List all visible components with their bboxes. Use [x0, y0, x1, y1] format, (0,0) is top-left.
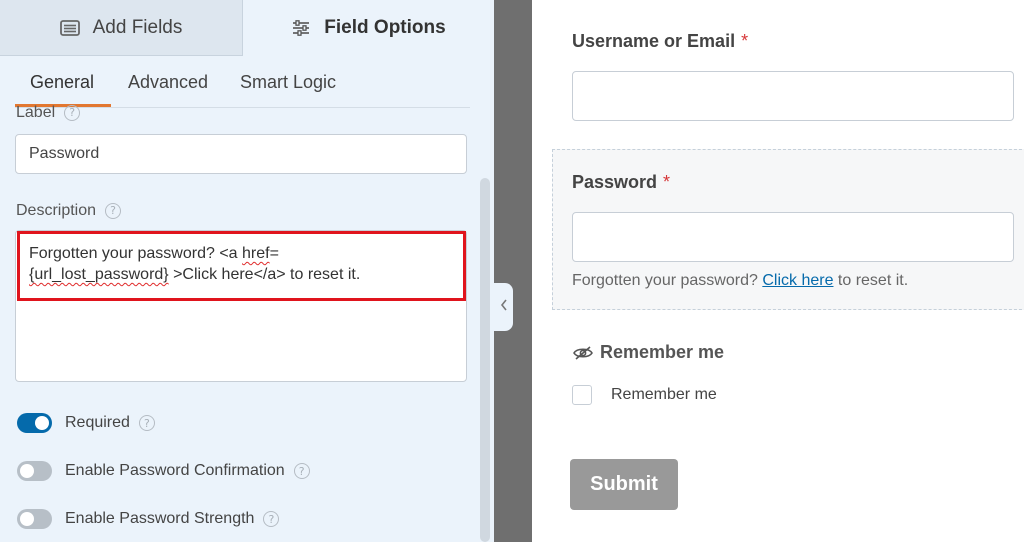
toggle-knob	[20, 512, 34, 526]
toggle-knob	[20, 464, 34, 478]
label-field-label: Label?	[16, 104, 81, 122]
subtab-smart-logic[interactable]: Smart Logic	[240, 72, 336, 93]
remember-me-row: Remember me	[572, 385, 717, 405]
label-field-label-text: Label	[16, 104, 56, 121]
remember-me-checkbox-label: Remember me	[611, 386, 717, 403]
toggle-row-password-confirmation: Enable Password Confirmation ?	[17, 461, 310, 481]
remember-me-checkbox[interactable]	[572, 385, 592, 405]
username-label: Username or Email *	[572, 31, 748, 52]
chevron-left-icon	[499, 298, 509, 317]
subtab-general[interactable]: General	[30, 72, 94, 93]
help-icon[interactable]: ?	[105, 202, 122, 219]
remember-me-section-text: Remember me	[600, 342, 725, 362]
help-icon[interactable]: ?	[64, 104, 81, 121]
password-desc-post: to reset it.	[833, 272, 909, 289]
help-icon[interactable]: ?	[263, 511, 280, 527]
username-input[interactable]	[572, 71, 1014, 121]
password-input[interactable]	[572, 212, 1014, 262]
tab-field-options[interactable]: Field Options	[243, 0, 494, 56]
remember-me-section-label: Remember me	[572, 342, 724, 363]
password-strength-toggle[interactable]	[17, 509, 52, 529]
password-confirmation-label: Enable Password Confirmation	[65, 462, 285, 479]
field-options-panel: Add Fields Field Options General Advance…	[0, 0, 494, 542]
subtab-advanced[interactable]: Advanced	[128, 72, 208, 93]
password-label: Password *	[572, 172, 670, 193]
help-icon[interactable]: ?	[138, 415, 155, 431]
description-text: Forgotten your password? <a href= {url_l…	[29, 243, 360, 285]
eye-slash-icon	[572, 345, 594, 361]
panel-divider	[494, 0, 532, 542]
desc-line1-pre: Forgotten your password? <a	[29, 245, 243, 262]
submit-button[interactable]: Submit	[570, 459, 678, 510]
desc-line1-misspelled: href	[242, 245, 270, 262]
required-asterisk: *	[741, 31, 749, 51]
description-field-label: Description?	[16, 202, 122, 220]
form-preview: Username or Email * Password * Forgotten y…	[532, 0, 1024, 542]
username-label-text: Username or Email	[572, 31, 736, 51]
tab-add-fields-label: Add Fields	[92, 16, 183, 38]
password-strength-label: Enable Password Strength	[65, 510, 255, 527]
sliders-icon	[291, 20, 311, 36]
label-input[interactable]: Password	[15, 134, 467, 174]
required-asterisk: *	[663, 172, 671, 192]
desc-line1-post: =	[269, 245, 279, 262]
panel-scrollbar[interactable]	[480, 178, 490, 542]
required-label: Required	[65, 414, 130, 431]
list-icon	[59, 19, 80, 36]
toggle-knob	[35, 416, 49, 430]
toggle-row-required: Required ?	[17, 413, 155, 433]
toggle-row-password-strength: Enable Password Strength ?	[17, 509, 280, 529]
password-desc-pre: Forgotten your password?	[572, 272, 763, 289]
option-subtabs: General Advanced Smart Logic	[15, 60, 470, 108]
tab-add-fields[interactable]: Add Fields	[0, 0, 243, 56]
builder-tabs: Add Fields Field Options	[0, 0, 494, 56]
password-description: Forgotten your password? Click here to r…	[572, 272, 908, 290]
description-textarea[interactable]: Forgotten your password? <a href= {url_l…	[15, 230, 467, 382]
help-icon[interactable]: ?	[293, 463, 310, 479]
desc-line2-misspelled: {url_lost_password}	[29, 266, 169, 283]
password-label-text: Password	[572, 172, 658, 192]
reset-password-link[interactable]: Click here	[762, 272, 833, 289]
required-toggle[interactable]	[17, 413, 52, 433]
collapse-panel-button[interactable]	[494, 283, 513, 331]
description-field-label-text: Description	[16, 202, 97, 219]
password-confirmation-toggle[interactable]	[17, 461, 52, 481]
desc-line2-post: >Click here</a> to reset it.	[168, 266, 361, 283]
tab-field-options-label: Field Options	[324, 17, 446, 38]
